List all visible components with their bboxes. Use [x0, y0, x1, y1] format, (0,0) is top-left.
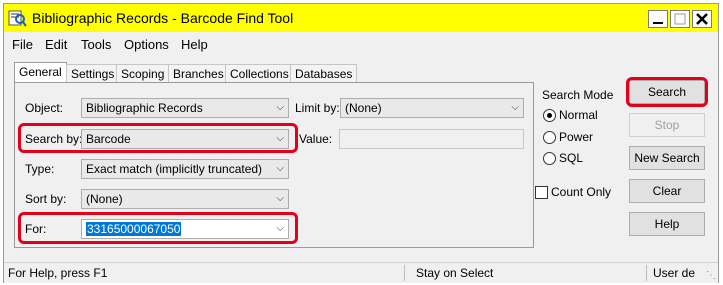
app-window: Bibliographic Records - Barcode Find Too…: [3, 3, 719, 283]
maximize-icon: [674, 13, 686, 25]
limit-by-label: Limit by:: [295, 101, 340, 115]
menu-edit[interactable]: Edit: [45, 37, 67, 52]
app-icon: [8, 10, 27, 27]
menu-options[interactable]: Options: [124, 37, 169, 52]
window-title: Bibliographic Records - Barcode Find Too…: [32, 10, 294, 26]
object-label: Object:: [25, 101, 64, 115]
close-button[interactable]: [692, 10, 712, 28]
value-input[interactable]: [339, 129, 524, 149]
stop-button[interactable]: Stop: [629, 113, 705, 137]
status-bar: For Help, press F1 Stay on Select User d…: [4, 262, 718, 283]
status-user-text: User de: [653, 266, 696, 280]
chevron-down-icon: ⌵: [511, 102, 519, 113]
search-button-highlight: [626, 77, 708, 107]
minimize-button[interactable]: [648, 10, 668, 28]
title-bar[interactable]: Bibliographic Records - Barcode Find Too…: [4, 4, 718, 32]
minimize-icon: [653, 22, 663, 24]
tab-scoping[interactable]: Scoping: [116, 64, 170, 82]
power-radio[interactable]: [543, 131, 556, 144]
menu-help[interactable]: Help: [181, 37, 208, 52]
chevron-down-icon: ⌵: [276, 163, 284, 174]
object-select-value: Bibliographic Records: [86, 101, 203, 115]
chevron-down-icon: ⌵: [276, 102, 284, 113]
sort-by-select-value: (None): [86, 192, 123, 206]
status-divider: [646, 265, 647, 281]
tab-branches[interactable]: Branches: [168, 64, 229, 82]
count-only-checkbox[interactable]: [535, 186, 548, 199]
normal-radio[interactable]: [543, 109, 556, 122]
type-select-value: Exact match (implicitly truncated): [86, 162, 263, 176]
search-by-highlight: [18, 123, 298, 153]
new-search-button[interactable]: New Search: [629, 146, 705, 170]
normal-radio-label: Normal: [559, 108, 598, 122]
menu-bar: File Edit Tools Options Help: [4, 34, 718, 54]
tab-general[interactable]: General: [14, 62, 67, 83]
general-panel: Object: Bibliographic Records ⌵ Limit by…: [14, 82, 534, 248]
clear-button[interactable]: Clear: [629, 179, 705, 203]
tab-collections[interactable]: Collections: [225, 64, 294, 82]
resize-grip-icon[interactable]: ⋱: [706, 270, 716, 281]
power-radio-label: Power: [559, 130, 594, 144]
for-highlight: [18, 212, 298, 244]
menu-tools[interactable]: Tools: [81, 37, 111, 52]
count-only-label: Count Only: [551, 185, 612, 199]
sql-radio[interactable]: [543, 152, 556, 165]
type-select[interactable]: Exact match (implicitly truncated) ⌵: [81, 159, 289, 179]
sort-by-label: Sort by:: [25, 192, 67, 206]
chevron-down-icon: ⌵: [276, 193, 284, 204]
search-mode-label: Search Mode: [542, 88, 614, 102]
object-select[interactable]: Bibliographic Records ⌵: [81, 98, 289, 118]
close-icon: [696, 13, 708, 25]
tab-databases[interactable]: Databases: [290, 64, 358, 82]
menu-file[interactable]: File: [12, 37, 33, 52]
status-divider: [404, 265, 405, 281]
type-label: Type:: [25, 162, 55, 176]
maximize-button[interactable]: [670, 10, 690, 28]
limit-by-select-value: (None): [345, 101, 382, 115]
sort-by-select[interactable]: (None) ⌵: [81, 189, 289, 209]
help-button[interactable]: Help: [629, 212, 705, 236]
value-label: Value:: [299, 132, 333, 146]
sql-radio-label: SQL: [559, 151, 584, 165]
limit-by-select[interactable]: (None) ⌵: [340, 98, 524, 118]
tab-settings[interactable]: Settings: [66, 64, 120, 82]
status-help-text: For Help, press F1: [8, 266, 108, 280]
status-mode-text: Stay on Select: [416, 266, 494, 280]
